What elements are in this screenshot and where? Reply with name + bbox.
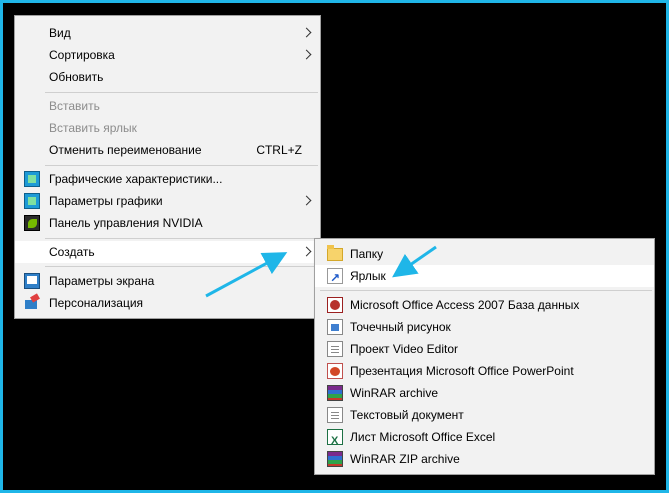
annotation-arrows [205, 245, 437, 298]
arrow-to-create [205, 252, 288, 298]
arrow-to-shortcut [392, 245, 437, 278]
